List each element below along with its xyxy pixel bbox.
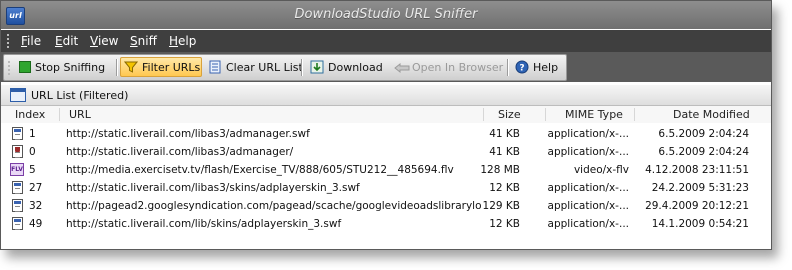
download-icon: [310, 60, 324, 74]
row-url: http://static.liverail.com/libas3/admana…: [66, 146, 294, 158]
column-date-modified[interactable]: Date Modified: [673, 108, 750, 121]
menu-edit[interactable]: Edit: [55, 34, 78, 48]
window-title: DownloadStudio URL Sniffer: [294, 7, 478, 22]
toolbar-grip-icon[interactable]: [8, 61, 10, 75]
menu-bar: File Edit View Sniff Help: [1, 30, 771, 52]
row-size: 12 KB: [489, 182, 520, 194]
column-divider[interactable]: [634, 108, 635, 121]
row-size: 41 KB: [489, 146, 520, 158]
table-row[interactable]: 32 http://pagead2.googlesyndication.com/…: [1, 197, 771, 215]
row-date: 24.2.2009 5:31:23: [651, 182, 749, 194]
url-list-header: URL List (Filtered): [1, 85, 771, 106]
row-date: 14.1.2009 0:54:21: [651, 218, 749, 230]
row-mime: application/x-...: [547, 200, 629, 212]
svg-text:?: ?: [519, 64, 524, 74]
open-in-browser-button[interactable]: Open In Browser: [391, 57, 506, 77]
column-size[interactable]: Size: [498, 108, 521, 121]
help-icon: ?: [515, 60, 529, 74]
row-index: 5: [29, 164, 36, 176]
list-window-icon: [10, 88, 26, 102]
menu-view[interactable]: View: [90, 34, 118, 48]
column-divider[interactable]: [483, 108, 484, 121]
clear-url-list-button[interactable]: Clear URL List: [205, 57, 306, 77]
flv-icon: FLV: [10, 163, 24, 176]
clear-list-icon: [208, 60, 222, 74]
document-icon: [12, 181, 23, 194]
column-url[interactable]: URL: [69, 108, 91, 121]
column-headers: Index URL Size MIME Type Date Modified: [1, 106, 771, 124]
table-row[interactable]: FLV 5 http://media.exercisetv.tv/flash/E…: [1, 161, 771, 179]
toolbar-divider: [116, 59, 118, 76]
row-index: 27: [29, 182, 43, 194]
table-row[interactable]: 49 http://static.liverail.com/lib/skins/…: [1, 215, 771, 233]
help-label: Help: [533, 60, 559, 74]
menu-grip-icon[interactable]: [7, 34, 9, 48]
clear-url-list-label: Clear URL List: [226, 60, 303, 74]
row-index: 0: [29, 146, 36, 158]
filter-urls-label: Filter URLs: [142, 60, 201, 74]
download-button[interactable]: Download: [307, 57, 386, 77]
row-size: 12 KB: [489, 218, 520, 230]
column-index[interactable]: Index: [15, 108, 45, 121]
menu-file[interactable]: File: [21, 34, 41, 48]
url-list: 1 http://static.liverail.com/libas3/adma…: [1, 123, 771, 249]
title-bar[interactable]: url DownloadStudio URL Sniffer: [1, 1, 771, 29]
download-label: Download: [328, 60, 383, 74]
menu-sniff[interactable]: Sniff: [130, 34, 157, 48]
url-sniffer-window: url DownloadStudio URL Sniffer File Edit…: [0, 0, 772, 250]
filter-urls-button[interactable]: Filter URLs: [120, 57, 202, 77]
row-url: http://static.liverail.com/lib/skins/adp…: [66, 218, 342, 230]
row-index: 49: [29, 218, 43, 230]
row-date: 4.12.2008 23:11:51: [645, 164, 749, 176]
row-mime: application/x-...: [547, 182, 629, 194]
row-url: http://static.liverail.com/libas3/admana…: [66, 128, 310, 140]
toolbar-divider: [507, 59, 509, 76]
table-row[interactable]: 1 http://static.liverail.com/libas3/adma…: [1, 125, 771, 143]
toolbar: Stop Sniffing Filter URLs Clear URL List: [1, 52, 771, 82]
row-url: http://media.exercisetv.tv/flash/Exercis…: [66, 164, 454, 176]
row-mime: application/x-...: [547, 128, 629, 140]
stop-sniffing-button[interactable]: Stop Sniffing: [16, 57, 108, 77]
row-mime: application/x-...: [547, 146, 629, 158]
row-index: 32: [29, 200, 43, 212]
column-mime-type[interactable]: MIME Type: [565, 108, 623, 121]
row-date: 6.5.2009 2:04:24: [658, 146, 749, 158]
document-icon: [12, 217, 23, 230]
column-divider[interactable]: [59, 108, 60, 121]
table-row[interactable]: 0 http://static.liverail.com/libas3/adma…: [1, 143, 771, 161]
row-index: 1: [29, 128, 36, 140]
row-date: 29.4.2009 20:12:21: [645, 200, 749, 212]
column-divider[interactable]: [545, 108, 546, 121]
row-mime: application/x-...: [547, 218, 629, 230]
row-url: http://pagead2.googlesyndication.com/pag…: [66, 200, 481, 212]
shield-document-icon: [12, 145, 23, 158]
row-date: 6.5.2009 2:04:24: [658, 128, 749, 140]
open-in-browser-label: Open In Browser: [412, 60, 504, 74]
row-mime: video/x-flv: [573, 164, 629, 176]
open-browser-icon: [394, 60, 410, 74]
row-url: http://static.liverail.com/libas3/skins/…: [66, 182, 360, 194]
row-size: 41 KB: [489, 128, 520, 140]
stop-icon: [19, 61, 31, 73]
toolbar-strip: Stop Sniffing Filter URLs Clear URL List: [3, 54, 567, 81]
stop-sniffing-label: Stop Sniffing: [35, 60, 106, 74]
document-icon: [12, 127, 23, 140]
toolbar-divider: [301, 59, 303, 76]
help-button[interactable]: ? Help: [512, 57, 561, 77]
document-icon: [12, 199, 23, 212]
menu-help[interactable]: Help: [169, 34, 196, 48]
table-row[interactable]: 27 http://static.liverail.com/libas3/ski…: [1, 179, 771, 197]
filter-funnel-icon: [124, 60, 138, 74]
row-size: 129 KB: [482, 200, 520, 212]
url-list-title: URL List (Filtered): [31, 89, 129, 102]
row-size: 128 MB: [480, 164, 520, 176]
